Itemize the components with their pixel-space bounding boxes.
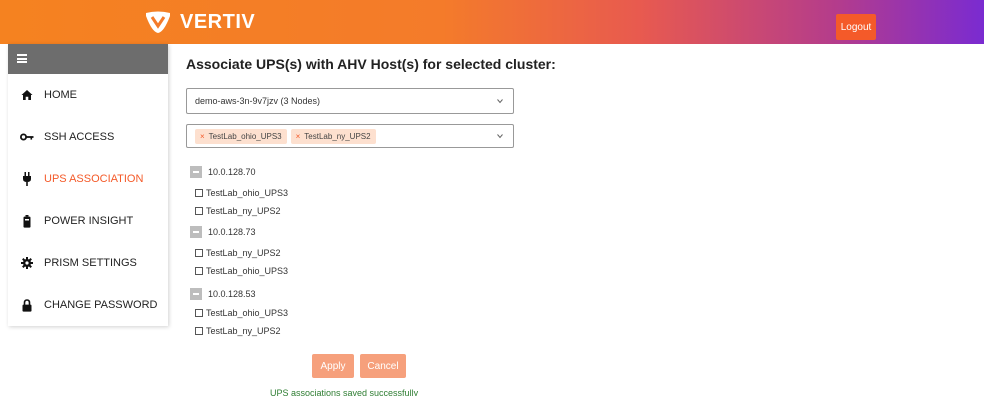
home-icon (20, 88, 34, 102)
ups-chip-label: TestLab_ohio_UPS3 (208, 131, 282, 141)
ups-checkbox[interactable] (195, 267, 203, 275)
host-group-header: 10.0.128.70 (190, 166, 256, 178)
sidebar-item-label: SSH ACCESS (44, 131, 115, 143)
ups-checkbox-row[interactable]: TestLab_ohio_UPS3 (195, 308, 288, 318)
ups-checkbox[interactable] (195, 327, 203, 335)
sidebar-item-power-insight[interactable]: POWER INSIGHT (8, 200, 168, 242)
ups-checkbox-row[interactable]: TestLab_ny_UPS2 (195, 326, 281, 336)
ups-checkbox-label: TestLab_ohio_UPS3 (206, 266, 289, 276)
collapse-button[interactable] (190, 226, 202, 238)
sidebar-item-ssh-access[interactable]: SSH ACCESS (8, 116, 168, 158)
cluster-select-value: demo-aws-3n-9v7jzv (3 Nodes) (195, 96, 321, 106)
ups-checkbox[interactable] (195, 309, 203, 317)
cancel-button[interactable]: Cancel (360, 354, 406, 378)
host-ip: 10.0.128.53 (208, 289, 256, 299)
sidebar-item-change-password[interactable]: CHANGE PASSWORD (8, 284, 168, 326)
ups-chip-label: TestLab_ny_UPS2 (304, 131, 371, 141)
ups-checkbox-row[interactable]: TestLab_ohio_UPS3 (195, 188, 288, 198)
vertiv-logo-icon (146, 11, 170, 33)
ups-checkbox[interactable] (195, 189, 203, 197)
sidebar-item-prism-settings[interactable]: PRISM SETTINGS (8, 242, 168, 284)
top-header: VERTIV Logout (0, 0, 984, 44)
sidebar-item-home[interactable]: HOME (8, 74, 168, 116)
sidebar-item-label: UPS ASSOCIATION (44, 173, 144, 185)
ups-checkbox-row[interactable]: TestLab_ohio_UPS3 (195, 266, 288, 276)
plug-icon (20, 172, 34, 186)
host-ip: 10.0.128.73 (208, 227, 256, 237)
collapse-button[interactable] (190, 166, 202, 178)
ups-chip[interactable]: × TestLab_ohio_UPS3 (195, 128, 287, 144)
sidebar-header (8, 44, 168, 74)
sidebar-item-ups-association[interactable]: UPS ASSOCIATION (8, 158, 168, 200)
sidebar-item-label: PRISM SETTINGS (44, 257, 137, 269)
ups-checkbox[interactable] (195, 207, 203, 215)
cluster-select[interactable]: demo-aws-3n-9v7jzv (3 Nodes) (186, 88, 514, 114)
host-group-header: 10.0.128.73 (190, 226, 256, 238)
logout-button[interactable]: Logout (836, 14, 876, 40)
hamburger-menu-icon[interactable] (17, 54, 27, 63)
remove-chip-icon[interactable]: × (200, 132, 205, 141)
ups-checkbox[interactable] (195, 249, 203, 257)
ups-checkbox-label: TestLab_ohio_UPS3 (206, 308, 289, 318)
vertiv-logo: VERTIV (144, 10, 255, 34)
host-group-header: 10.0.128.53 (190, 288, 256, 300)
ups-checkbox-label: TestLab_ny_UPS2 (206, 326, 281, 336)
collapse-button[interactable] (190, 288, 202, 300)
remove-chip-icon[interactable]: × (296, 132, 301, 141)
ups-checkbox-row[interactable]: TestLab_ny_UPS2 (195, 206, 281, 216)
brand-name: VERTIV (180, 10, 256, 33)
ups-multiselect[interactable]: × TestLab_ohio_UPS3 × TestLab_ny_UPS2 (186, 124, 514, 148)
ups-chip-list: × TestLab_ohio_UPS3 × TestLab_ny_UPS2 (195, 128, 376, 144)
status-message: UPS associations saved successfully (270, 388, 419, 396)
chevron-down-icon (497, 134, 503, 139)
ups-checkbox-label: TestLab_ohio_UPS3 (206, 188, 289, 198)
ups-chip[interactable]: × TestLab_ny_UPS2 (290, 128, 376, 144)
chevron-down-icon (497, 99, 503, 104)
gear-icon (20, 256, 34, 270)
sidebar-item-label: CHANGE PASSWORD (44, 299, 158, 311)
key-icon (20, 130, 34, 144)
page-title: Associate UPS(s) with AHV Host(s) for se… (186, 56, 556, 72)
ups-checkbox-row[interactable]: TestLab_ny_UPS2 (195, 248, 281, 258)
sidebar: HOME SSH ACCESS UPS ASSOCIATION POWER IN… (8, 44, 168, 326)
lock-icon (20, 298, 34, 312)
ups-checkbox-label: TestLab_ny_UPS2 (206, 248, 281, 258)
apply-button[interactable]: Apply (312, 354, 354, 378)
host-ip: 10.0.128.70 (208, 167, 256, 177)
ups-checkbox-label: TestLab_ny_UPS2 (206, 206, 281, 216)
sidebar-item-label: POWER INSIGHT (44, 215, 134, 227)
battery-icon (20, 214, 34, 228)
sidebar-item-label: HOME (44, 89, 77, 101)
